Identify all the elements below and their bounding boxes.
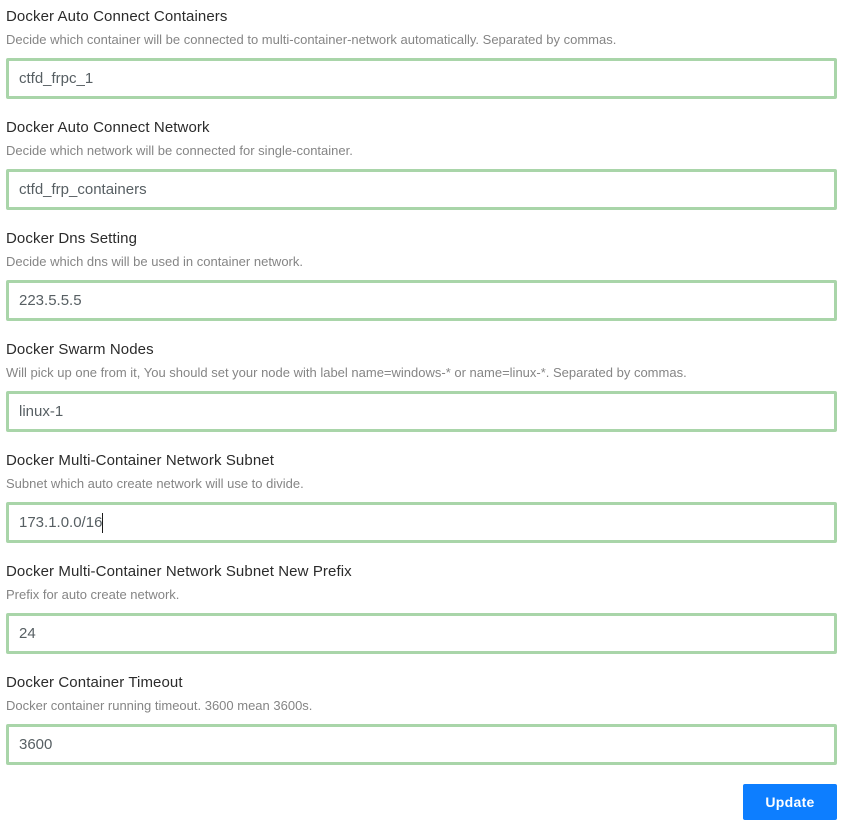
auto-connect-network-input[interactable]	[6, 169, 837, 210]
field-description: Subnet which auto create network will us…	[6, 476, 304, 491]
update-button[interactable]: Update	[743, 784, 837, 820]
auto-connect-containers-input[interactable]	[6, 58, 837, 99]
field-group-subnet-new-prefix: Docker Multi-Container Network Subnet Ne…	[6, 562, 837, 654]
network-subnet-input[interactable]	[6, 502, 837, 543]
input-wrapper	[6, 58, 837, 99]
field-description: Docker container running timeout. 3600 m…	[6, 698, 313, 713]
input-wrapper	[6, 169, 837, 210]
subnet-new-prefix-input[interactable]	[6, 613, 837, 654]
field-label: Docker Swarm Nodes	[6, 341, 154, 358]
input-wrapper	[6, 280, 837, 321]
field-label: Docker Multi-Container Network Subnet	[6, 452, 274, 469]
field-description: Will pick up one from it, You should set…	[6, 365, 687, 380]
field-label: Docker Auto Connect Containers	[6, 8, 228, 25]
field-group-dns-setting: Docker Dns Setting Decide which dns will…	[6, 229, 837, 321]
input-wrapper	[6, 613, 837, 654]
input-wrapper: 173.1.0.0/16	[6, 502, 837, 543]
button-row: Update	[6, 784, 837, 820]
field-description: Decide which network will be connected f…	[6, 143, 353, 158]
input-wrapper	[6, 391, 837, 432]
input-wrapper	[6, 724, 837, 765]
field-group-network-subnet: Docker Multi-Container Network Subnet Su…	[6, 451, 837, 543]
field-label: Docker Dns Setting	[6, 230, 138, 247]
swarm-nodes-input[interactable]	[6, 391, 837, 432]
field-group-swarm-nodes: Docker Swarm Nodes Will pick up one from…	[6, 340, 837, 432]
field-group-auto-connect-containers: Docker Auto Connect Containers Decide wh…	[6, 7, 837, 99]
docker-settings-form: Docker Auto Connect Containers Decide wh…	[0, 0, 846, 834]
container-timeout-input[interactable]	[6, 724, 837, 765]
field-description: Prefix for auto create network.	[6, 587, 180, 602]
field-label: Docker Auto Connect Network	[6, 119, 210, 136]
field-group-container-timeout: Docker Container Timeout Docker containe…	[6, 673, 837, 765]
field-description: Decide which dns will be used in contain…	[6, 254, 303, 269]
field-group-auto-connect-network: Docker Auto Connect Network Decide which…	[6, 118, 837, 210]
field-label: Docker Multi-Container Network Subnet Ne…	[6, 563, 352, 580]
field-description: Decide which container will be connected…	[6, 32, 617, 47]
field-label: Docker Container Timeout	[6, 674, 183, 691]
dns-setting-input[interactable]	[6, 280, 837, 321]
